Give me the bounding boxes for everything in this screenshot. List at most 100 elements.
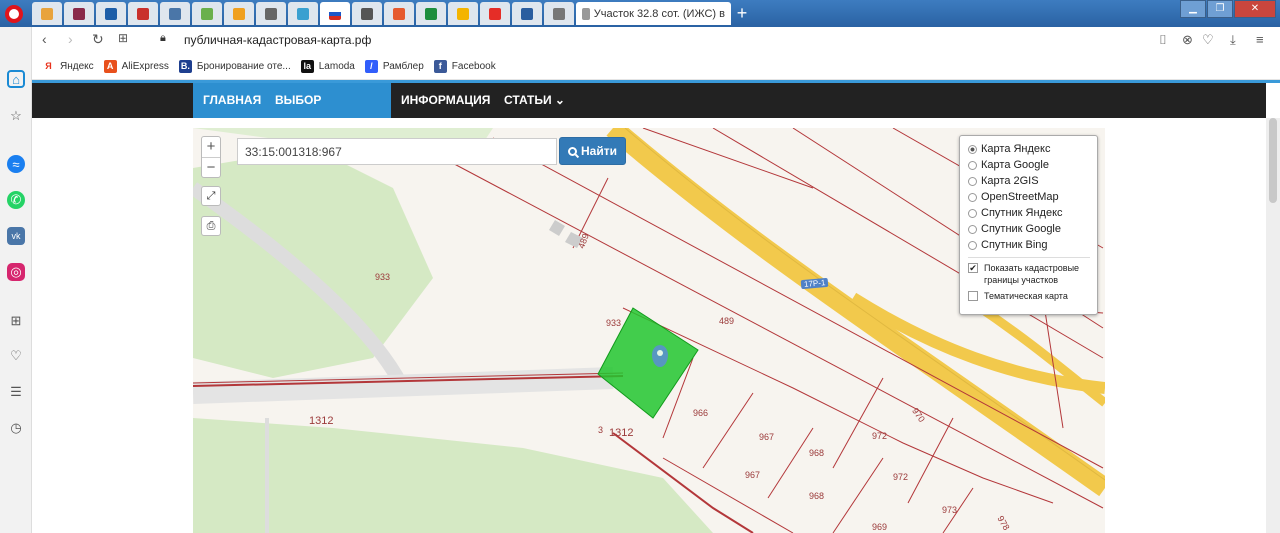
- forward-icon[interactable]: ›: [68, 31, 73, 47]
- zoom-control: + −: [201, 136, 221, 178]
- search-button[interactable]: Найти: [559, 137, 626, 165]
- tab-11[interactable]: [352, 2, 382, 25]
- show-boundaries-option[interactable]: ✔ Показать кадастровые границы участков: [968, 262, 1097, 286]
- radio-icon[interactable]: [968, 144, 977, 154]
- plot-label: 973: [942, 505, 958, 515]
- bookmark-item[interactable]: la Lamoda: [300, 59, 355, 73]
- home-icon[interactable]: ⌂: [7, 70, 25, 88]
- radio-icon[interactable]: [968, 224, 977, 234]
- cadastral-search-input[interactable]: [237, 138, 557, 165]
- maximize-icon[interactable]: ❐: [1207, 0, 1233, 18]
- tab-title: Участок 32.8 сот. (ИЖС) в: [593, 7, 725, 20]
- menu-icon[interactable]: ≡: [1256, 32, 1264, 47]
- site-icon: [201, 7, 213, 20]
- grid-icon[interactable]: ⊞: [7, 312, 25, 330]
- plot-label: 972: [893, 472, 909, 482]
- radio-icon[interactable]: [968, 208, 977, 218]
- radio-icon[interactable]: [968, 160, 977, 170]
- tab-12[interactable]: [384, 2, 414, 25]
- plot-label: 1312: [309, 415, 334, 427]
- scrollbar-thumb[interactable]: [1269, 118, 1277, 203]
- tab-17[interactable]: [544, 2, 574, 25]
- tab-mail[interactable]: [32, 2, 62, 25]
- tab-4[interactable]: [128, 2, 158, 25]
- checkbox-icon[interactable]: [968, 291, 978, 301]
- plot-label: 968: [809, 491, 825, 501]
- layer-option[interactable]: Спутник Bing: [968, 237, 1097, 253]
- page-scrollbar[interactable]: [1266, 118, 1280, 533]
- plot-label: 933: [375, 272, 391, 282]
- site-icon: [233, 7, 245, 20]
- minimize-icon[interactable]: ▁: [1180, 0, 1206, 18]
- news-icon[interactable]: ☰: [7, 383, 25, 401]
- browser-tab-strip: Участок 32.8 сот. (ИЖС) в + ▁ ❐ ✕: [0, 0, 1280, 27]
- heart-icon[interactable]: ♡: [7, 347, 25, 365]
- whatsapp-icon[interactable]: ✆: [7, 191, 25, 209]
- layer-label: Спутник Яндекс: [981, 207, 1063, 219]
- radio-icon[interactable]: [968, 240, 977, 250]
- bookmark-item[interactable]: Я Яндекс: [42, 59, 94, 73]
- layer-option[interactable]: Карта Google: [968, 157, 1097, 173]
- checkbox-checked-icon[interactable]: ✔: [968, 263, 978, 273]
- thematic-map-label: Тематическая карта: [984, 291, 1068, 301]
- instagram-icon[interactable]: ◎: [7, 263, 25, 281]
- bookmark-item[interactable]: B. Бронирование оте...: [178, 59, 291, 73]
- nav-info[interactable]: ИНФОРМАЦИЯ: [391, 83, 500, 118]
- adblock-icon[interactable]: ⊗: [1182, 32, 1193, 48]
- tab-7[interactable]: [224, 2, 254, 25]
- bookmark-item[interactable]: f Facebook: [433, 59, 496, 73]
- cadastral-map[interactable]: 17Р-1 933 933 489 489 1312 3 1312 966 96…: [193, 128, 1105, 533]
- tab-youtube[interactable]: [480, 2, 510, 25]
- tab-vk[interactable]: [160, 2, 190, 25]
- search-icon: [568, 146, 577, 156]
- back-icon[interactable]: ‹: [42, 31, 47, 47]
- star-icon[interactable]: ☆: [7, 107, 25, 125]
- plot-label: 969: [872, 522, 888, 532]
- tab-2[interactable]: [64, 2, 94, 25]
- tab-6[interactable]: [192, 2, 222, 25]
- new-tab-button[interactable]: +: [731, 2, 753, 25]
- vk-icon[interactable]: vk: [7, 227, 25, 245]
- print-icon[interactable]: ⎙: [201, 216, 221, 236]
- reload-icon[interactable]: ↻: [92, 31, 104, 48]
- heart-icon[interactable]: ♡: [1202, 32, 1214, 48]
- history-icon[interactable]: ◷: [7, 419, 25, 437]
- opera-logo-icon[interactable]: [5, 5, 23, 23]
- nav-home[interactable]: ГЛАВНАЯ: [193, 83, 265, 118]
- site-icon: [582, 7, 590, 20]
- layer-option[interactable]: Карта Яндекс: [968, 141, 1097, 157]
- site-icon: [393, 7, 405, 20]
- camera-icon[interactable]: ⌷: [1159, 32, 1167, 48]
- tab-16[interactable]: [512, 2, 542, 25]
- layer-option[interactable]: Карта 2GIS: [968, 173, 1097, 189]
- fullscreen-icon[interactable]: ⤢: [201, 186, 221, 206]
- tab-3[interactable]: [96, 2, 126, 25]
- tabs-grid-icon[interactable]: ⊞: [118, 31, 128, 45]
- zoom-in-button[interactable]: +: [202, 137, 220, 157]
- tab-14[interactable]: [448, 2, 478, 25]
- thematic-map-option[interactable]: Тематическая карта: [968, 290, 1097, 302]
- close-icon[interactable]: ✕: [1234, 0, 1276, 18]
- tab-list: Участок 32.8 сот. (ИЖС) в +: [32, 2, 753, 27]
- tab-10[interactable]: [320, 2, 350, 25]
- document-icon: [361, 7, 373, 20]
- nav-region[interactable]: ВЫБОР РЕГИОНА ⌄: [265, 83, 391, 142]
- zoom-out-button[interactable]: −: [202, 157, 220, 177]
- bookmark-item[interactable]: / Рамблер: [364, 59, 424, 73]
- tab-9[interactable]: [288, 2, 318, 25]
- tab-active[interactable]: Участок 32.8 сот. (ИЖС) в: [576, 2, 731, 25]
- layer-option[interactable]: Спутник Яндекс: [968, 205, 1097, 221]
- divider: [968, 257, 1090, 258]
- messenger-icon[interactable]: ≈: [7, 155, 25, 173]
- nav-articles[interactable]: СТАТЬИ ⌄: [494, 83, 575, 118]
- layer-option[interactable]: Спутник Google: [968, 221, 1097, 237]
- radio-icon[interactable]: [968, 176, 977, 186]
- tab-13[interactable]: [416, 2, 446, 25]
- radio-icon[interactable]: [968, 192, 977, 202]
- layer-switcher: Карта Яндекс Карта Google Карта 2GIS OpenSt…: [959, 135, 1098, 315]
- tab-8[interactable]: [256, 2, 286, 25]
- bookmark-item[interactable]: A AliExpress: [103, 59, 169, 73]
- download-icon[interactable]: ⤓: [1230, 32, 1236, 48]
- url-field[interactable]: публичная-кадастровая-карта.рф: [184, 33, 371, 47]
- layer-option[interactable]: OpenStreetMap: [968, 189, 1097, 205]
